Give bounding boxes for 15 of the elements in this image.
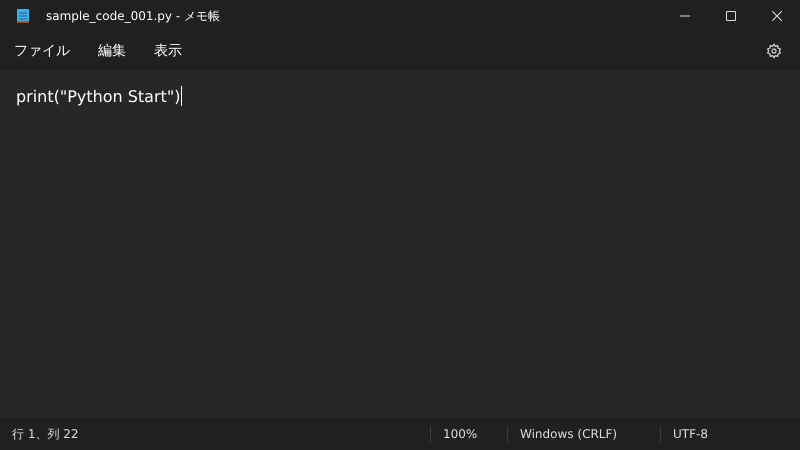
menu-item[interactable]: 編集 xyxy=(90,36,134,66)
window-title: sample_code_001.py - メモ帳 xyxy=(46,8,221,24)
text-editor[interactable]: print("Python Start") xyxy=(0,70,800,418)
notepad-icon xyxy=(16,8,30,24)
menu-item[interactable]: ファイル xyxy=(6,36,78,66)
code-text: print("Python Start") xyxy=(16,86,180,106)
line-ending: Windows (CRLF) xyxy=(519,427,618,441)
text-cursor xyxy=(181,86,182,106)
cursor-position: 行 1、列 22 xyxy=(11,426,80,442)
encoding: UTF-8 xyxy=(672,427,709,441)
menu-item[interactable]: 表示 xyxy=(146,36,190,66)
zoom-level: 100% xyxy=(442,427,478,441)
close-icon xyxy=(772,11,782,21)
maximize-icon xyxy=(726,11,736,21)
settings-icon xyxy=(766,43,782,59)
